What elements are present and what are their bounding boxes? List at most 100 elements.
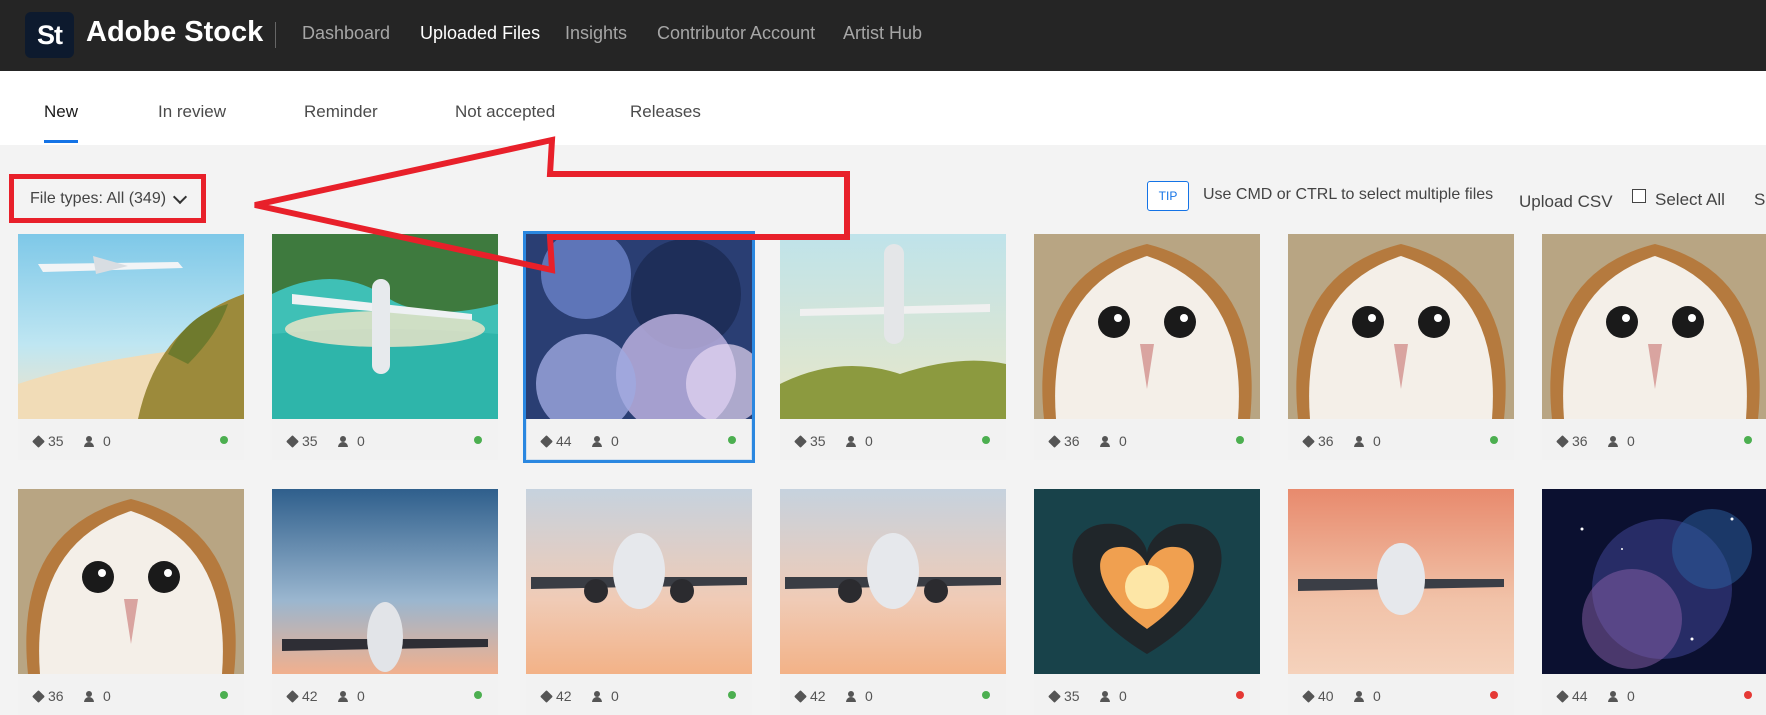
tag-icon — [286, 689, 299, 703]
thumbnail-image[interactable] — [1288, 234, 1514, 419]
person-icon — [1608, 435, 1622, 447]
keyword-count: 36 — [1556, 433, 1588, 449]
release-count: 0 — [84, 688, 111, 704]
release-count-value: 0 — [611, 433, 619, 449]
nav-uploaded-files[interactable]: Uploaded Files — [420, 23, 540, 44]
tag-icon — [32, 434, 45, 448]
release-count: 0 — [1100, 688, 1127, 704]
nav-dashboard[interactable]: Dashboard — [302, 23, 390, 44]
nav-artist-hub[interactable]: Artist Hub — [843, 23, 922, 44]
thumbnail-image[interactable] — [780, 489, 1006, 674]
thumbnail-image[interactable] — [780, 234, 1006, 419]
thumbnail-image[interactable] — [526, 489, 752, 674]
release-count-value: 0 — [865, 433, 873, 449]
select-all-control[interactable]: Select All — [1632, 189, 1725, 210]
nav-insights[interactable]: Insights — [565, 23, 627, 44]
tag-icon — [794, 689, 807, 703]
thumbnail-image[interactable] — [272, 489, 498, 674]
tip-badge: TIP — [1147, 181, 1189, 211]
tag-icon — [1302, 434, 1315, 448]
status-tabs: New In review Reminder Not accepted Rele… — [0, 71, 1766, 145]
release-count: 0 — [1354, 688, 1381, 704]
thumbnail-image[interactable] — [272, 234, 498, 419]
keyword-count-value: 36 — [1318, 433, 1334, 449]
tag-icon — [1556, 434, 1569, 448]
status-dot-icon — [1490, 436, 1498, 444]
adobe-stock-logo[interactable]: St — [25, 12, 74, 58]
thumbnail-image[interactable] — [1034, 234, 1260, 419]
release-count: 0 — [592, 433, 619, 449]
release-count: 0 — [1100, 433, 1127, 449]
file-thumbnail-card[interactable]: 35 0 — [18, 234, 244, 460]
thumbnail-image[interactable] — [1542, 489, 1766, 674]
file-thumbnail-card[interactable]: 40 0 — [1288, 489, 1514, 715]
thumbnail-image[interactable] — [18, 234, 244, 419]
keyword-count-value: 42 — [810, 688, 826, 704]
keyword-count-value: 44 — [1572, 688, 1588, 704]
release-count: 0 — [338, 433, 365, 449]
person-icon — [84, 435, 98, 447]
file-thumbnail-card[interactable]: 36 0 — [18, 489, 244, 715]
truncated-toolbar-item[interactable]: S — [1754, 190, 1765, 210]
release-count-value: 0 — [1119, 688, 1127, 704]
file-thumbnail-card[interactable]: 35 0 — [780, 234, 1006, 460]
file-meta-bar: 35 0 — [18, 419, 244, 460]
tip-text: Use CMD or CTRL to select multiple files — [1203, 186, 1494, 203]
file-thumbnail-card[interactable]: 42 0 — [272, 489, 498, 715]
tag-icon — [1048, 434, 1061, 448]
thumbnail-image[interactable] — [1288, 489, 1514, 674]
keyword-count-value: 35 — [1064, 688, 1080, 704]
keyword-count: 36 — [1048, 433, 1080, 449]
thumbnail-image[interactable] — [1034, 489, 1260, 674]
tab-new[interactable]: New — [44, 102, 78, 122]
release-count: 0 — [846, 433, 873, 449]
file-thumbnail-card[interactable]: 36 0 — [1288, 234, 1514, 460]
person-icon — [1100, 690, 1114, 702]
thumbnail-image[interactable] — [526, 234, 752, 419]
keyword-count: 35 — [32, 433, 64, 449]
nav-contributor-account[interactable]: Contributor Account — [657, 23, 815, 44]
tab-releases[interactable]: Releases — [630, 102, 701, 122]
file-meta-bar: 36 0 — [1034, 419, 1260, 460]
release-count: 0 — [592, 688, 619, 704]
keyword-count: 42 — [540, 688, 572, 704]
file-thumbnail-card[interactable]: 44 0 — [523, 231, 755, 463]
brand-name[interactable]: Adobe Stock — [86, 16, 263, 49]
keyword-count: 36 — [1302, 433, 1334, 449]
release-count-value: 0 — [1627, 433, 1635, 449]
tab-not-accepted[interactable]: Not accepted — [455, 102, 555, 122]
tab-reminder[interactable]: Reminder — [304, 102, 378, 122]
status-dot-icon — [1490, 691, 1498, 699]
keyword-count-value: 36 — [1572, 433, 1588, 449]
tab-in-review[interactable]: In review — [158, 102, 226, 122]
select-all-label: Select All — [1655, 190, 1725, 209]
file-meta-bar: 36 0 — [1542, 419, 1766, 460]
file-thumbnail-card[interactable]: 42 0 — [526, 489, 752, 715]
release-count-value: 0 — [1373, 688, 1381, 704]
keyword-count-value: 35 — [48, 433, 64, 449]
thumbnail-image[interactable] — [18, 489, 244, 674]
keyword-count-value: 42 — [556, 688, 572, 704]
file-meta-bar: 35 0 — [272, 419, 498, 460]
keyword-count: 35 — [1048, 688, 1080, 704]
file-thumbnail-card[interactable]: 35 0 — [1034, 489, 1260, 715]
file-thumbnail-card[interactable]: 36 0 — [1542, 234, 1766, 460]
tag-icon — [1048, 689, 1061, 703]
release-count-value: 0 — [103, 688, 111, 704]
file-thumbnail-card[interactable]: 36 0 — [1034, 234, 1260, 460]
thumbnail-image[interactable] — [1542, 234, 1766, 419]
keyword-count: 42 — [286, 688, 318, 704]
keyword-count: 36 — [32, 688, 64, 704]
release-count-value: 0 — [357, 433, 365, 449]
person-icon — [592, 435, 606, 447]
release-count-value: 0 — [1373, 433, 1381, 449]
select-all-checkbox[interactable] — [1632, 189, 1646, 203]
release-count: 0 — [1608, 688, 1635, 704]
file-thumbnail-card[interactable]: 42 0 — [780, 489, 1006, 715]
status-dot-icon — [1744, 691, 1752, 699]
upload-csv-button[interactable]: Upload CSV — [1519, 192, 1613, 212]
file-thumbnail-card[interactable]: 44 0 — [1542, 489, 1766, 715]
keyword-count-value: 36 — [48, 688, 64, 704]
release-count-value: 0 — [103, 433, 111, 449]
file-thumbnail-card[interactable]: 35 0 — [272, 234, 498, 460]
